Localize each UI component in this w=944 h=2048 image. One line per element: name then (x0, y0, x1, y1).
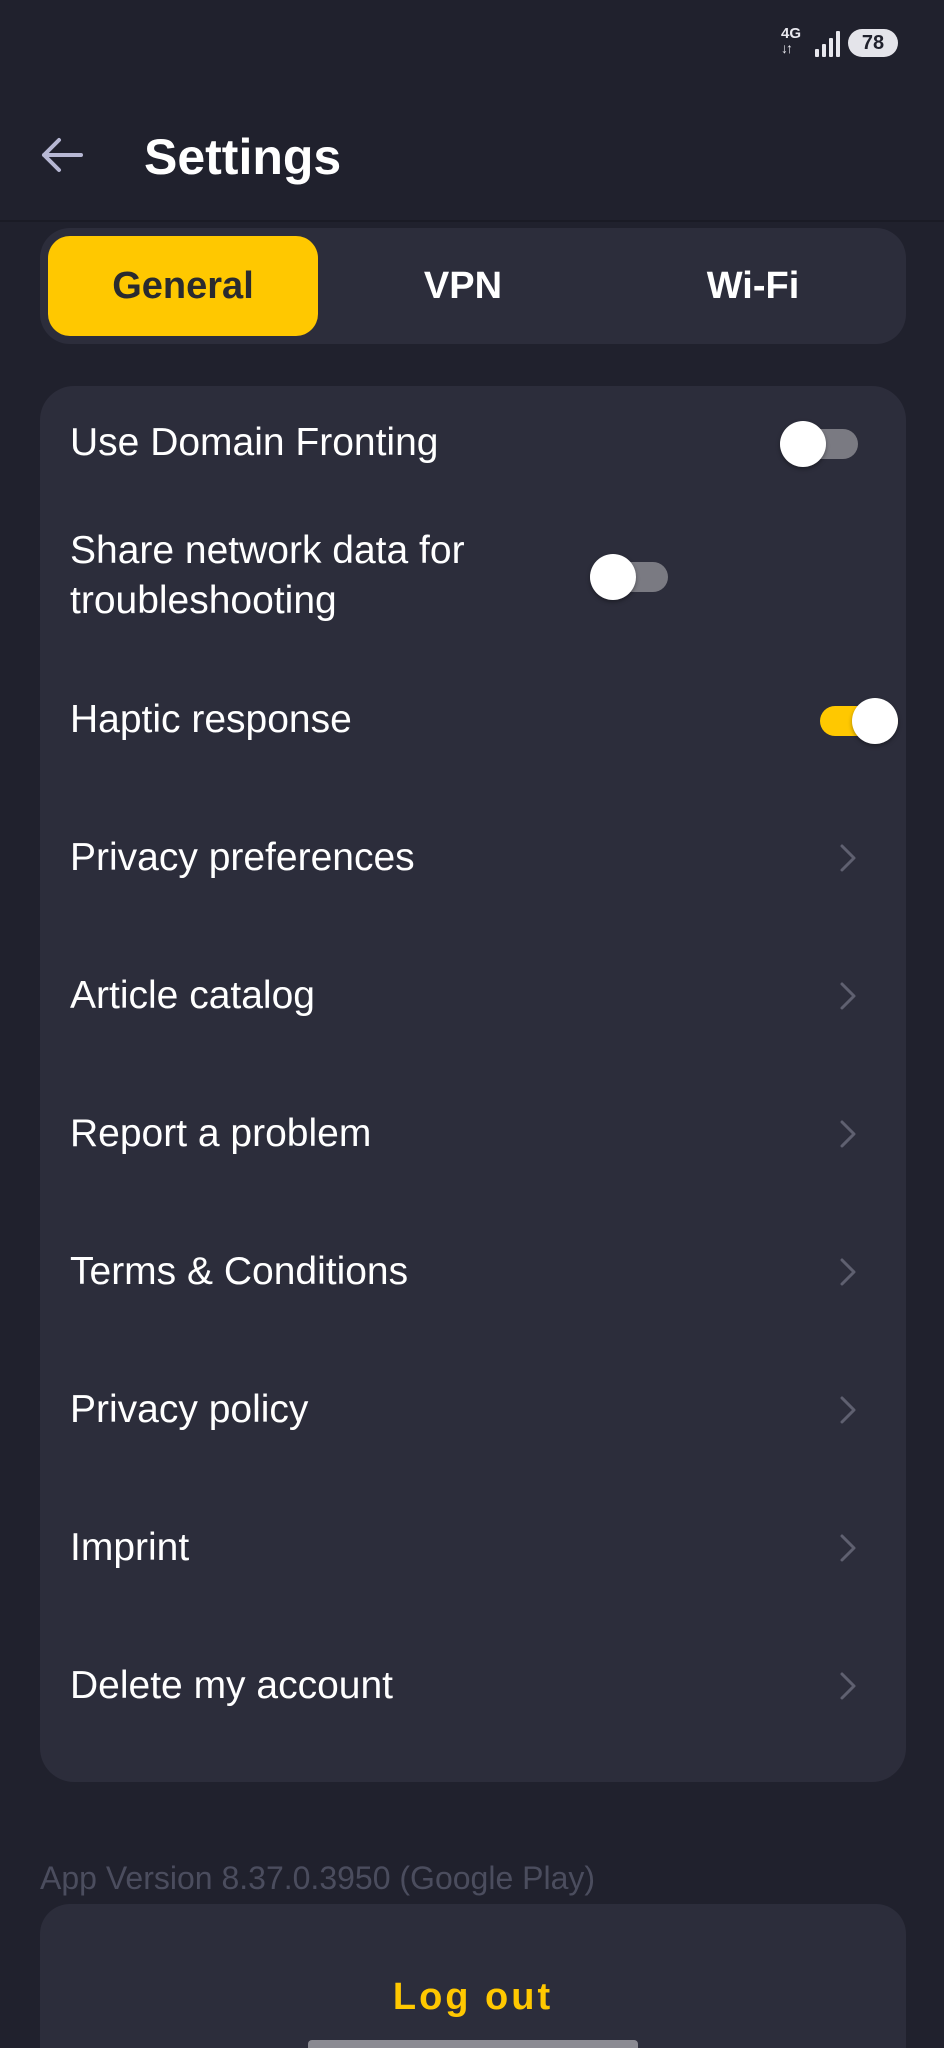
setting-privacy-preferences[interactable]: Privacy preferences (40, 810, 906, 906)
chevron-right-icon (836, 976, 860, 1016)
tab-general[interactable]: General (48, 236, 318, 336)
chevron-right-icon (836, 838, 860, 878)
tab-wifi[interactable]: Wi-Fi (608, 236, 898, 336)
status-bar: 4G ↓↑ 78 (0, 0, 944, 90)
back-button[interactable] (36, 130, 86, 180)
settings-list: Use Domain Fronting Share network data f… (40, 386, 906, 1782)
app-bar: Settings (0, 90, 944, 222)
data-arrows-icon: ↓↑ (781, 40, 793, 56)
tab-vpn[interactable]: VPN (318, 236, 608, 336)
setting-share-network-data[interactable]: Share network data for troubleshooting (40, 516, 906, 636)
setting-imprint[interactable]: Imprint (40, 1500, 906, 1596)
chevron-right-icon (836, 1666, 860, 1706)
chevron-right-icon (836, 1528, 860, 1568)
setting-label: Report a problem (70, 1112, 372, 1155)
status-icons: 4G ↓↑ 78 (781, 26, 898, 60)
logout-label: Log out (392, 1976, 554, 2018)
haptic-response-toggle[interactable] (800, 698, 898, 744)
battery-indicator: 78 (848, 29, 898, 57)
logout-button[interactable]: Log out (40, 1904, 906, 2048)
page-title: Settings (144, 129, 342, 185)
domain-fronting-toggle[interactable] (780, 421, 860, 467)
home-indicator[interactable] (308, 2040, 638, 2048)
setting-label: Privacy policy (70, 1388, 309, 1431)
app-version-text: App Version 8.37.0.3950 (Google Play) (40, 1860, 596, 1896)
setting-label: Privacy preferences (70, 836, 415, 879)
chevron-right-icon (836, 1114, 860, 1154)
settings-tabs: General VPN Wi-Fi (40, 228, 906, 344)
share-network-data-toggle[interactable] (590, 554, 670, 600)
setting-label: Use Domain Fronting (70, 421, 439, 464)
setting-delete-account[interactable]: Delete my account (40, 1638, 906, 1734)
setting-label: Haptic response (70, 698, 352, 741)
setting-label: Article catalog (70, 974, 315, 1017)
chevron-right-icon (836, 1252, 860, 1292)
setting-label: Delete my account (70, 1664, 393, 1707)
setting-terms-conditions[interactable]: Terms & Conditions (40, 1224, 906, 1320)
setting-privacy-policy[interactable]: Privacy policy (40, 1362, 906, 1458)
network-type-icon: 4G ↓↑ (781, 26, 807, 60)
setting-label: Share network data for troubleshooting (70, 529, 465, 622)
setting-label: Terms & Conditions (70, 1250, 409, 1293)
setting-article-catalog[interactable]: Article catalog (40, 948, 906, 1044)
chevron-right-icon (836, 1390, 860, 1430)
cell-signal-icon (815, 29, 840, 57)
arrow-left-icon (42, 138, 83, 172)
setting-haptic-response[interactable]: Haptic response (40, 670, 906, 770)
setting-domain-fronting[interactable]: Use Domain Fronting (40, 398, 906, 488)
setting-report-problem[interactable]: Report a problem (40, 1086, 906, 1182)
setting-label: Imprint (70, 1526, 190, 1569)
